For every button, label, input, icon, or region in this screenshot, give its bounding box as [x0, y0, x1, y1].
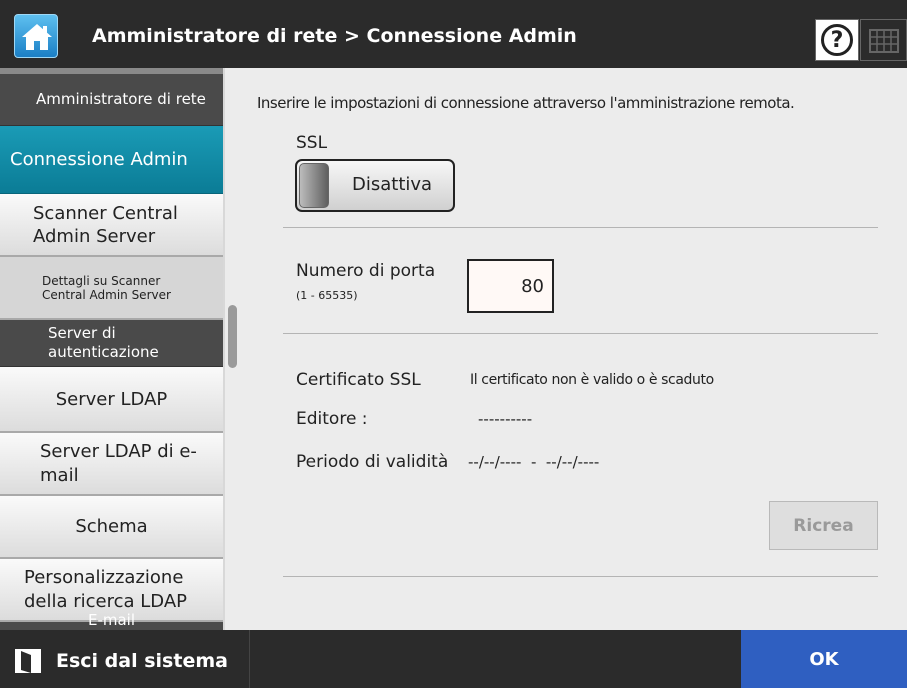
intro-text: Inserire le impostazioni di connessione …: [257, 94, 795, 112]
help-button[interactable]: ?: [815, 19, 859, 61]
ssl-toggle-label: Disattiva: [352, 174, 433, 195]
ssl-label: SSL: [296, 133, 328, 153]
sidebar: Amministratore di rete Connessione Admin…: [0, 68, 225, 630]
divider: [283, 333, 878, 334]
recreate-certificate-button[interactable]: Ricrea: [769, 501, 878, 550]
sidebar-item-label: Connessione Admin: [10, 149, 188, 170]
logout-label: Esci dal sistema: [56, 650, 228, 672]
sidebar-item-label: Dettagli su Scanner Central Admin Server: [42, 273, 171, 302]
port-label: Numero di porta: [296, 261, 436, 281]
sidebar-item-label: Scanner Central Admin Server: [33, 202, 178, 247]
publisher-label: Editore :: [296, 409, 368, 429]
sidebar-scroll-thumb[interactable]: [228, 305, 237, 368]
ok-button[interactable]: OK: [741, 630, 907, 688]
ssl-certificate-status: Il certificato non è valido o è scaduto: [470, 372, 714, 388]
divider: [283, 576, 878, 577]
ssl-toggle-knob: [299, 163, 329, 208]
port-number-input[interactable]: [467, 259, 554, 313]
sidebar-item-label: E-mail: [87, 611, 136, 629]
keyboard-button[interactable]: [860, 19, 907, 61]
page-title: Amministratore di rete > Connessione Adm…: [92, 25, 577, 47]
help-icon: ?: [821, 24, 853, 56]
sidebar-group-auth-server: Server di autenticazione: [0, 320, 223, 367]
sidebar-item-server-ldap-email[interactable]: Server LDAP di e-mail: [0, 433, 223, 496]
keyboard-icon: [869, 29, 899, 53]
sidebar-item-scanner-central-admin-server[interactable]: Scanner Central Admin Server: [0, 194, 223, 257]
sidebar-item-label: Server LDAP: [55, 388, 168, 410]
validity-value: --/--/---- - --/--/----: [468, 453, 600, 471]
publisher-value: ----------: [478, 410, 533, 428]
header-bar: Amministratore di rete > Connessione Adm…: [0, 0, 907, 68]
sidebar-item-server-ldap[interactable]: Server LDAP: [0, 367, 223, 433]
ssl-certificate-label: Certificato SSL: [296, 370, 421, 390]
sidebar-item-label: Amministratore di rete: [36, 90, 206, 108]
port-range-hint: (1 - 65535): [296, 289, 358, 302]
sidebar-group-email: E-mail: [0, 613, 223, 630]
validity-label: Periodo di validità: [296, 452, 449, 472]
sidebar-item-schema[interactable]: Schema: [0, 496, 223, 559]
sidebar-group-network-admin: Amministratore di rete: [0, 68, 223, 126]
sidebar-item-dettagli-scanner-central[interactable]: Dettagli su Scanner Central Admin Server: [0, 257, 223, 320]
home-icon: [22, 24, 52, 50]
sidebar-item-connessione-admin[interactable]: Connessione Admin: [0, 126, 223, 194]
divider: [283, 227, 878, 228]
sidebar-item-label: Server di autenticazione: [48, 324, 159, 361]
sidebar-item-label: Server LDAP di e-mail: [40, 440, 197, 486]
home-button[interactable]: [14, 14, 58, 58]
logout-button[interactable]: Esci dal sistema: [0, 630, 250, 688]
sidebar-item-label: Schema: [75, 516, 148, 537]
ssl-toggle-switch[interactable]: Disattiva: [295, 159, 455, 212]
sidebar-item-label: Personalizzazione della ricerca LDAP: [24, 566, 188, 612]
logout-icon: [15, 649, 41, 673]
